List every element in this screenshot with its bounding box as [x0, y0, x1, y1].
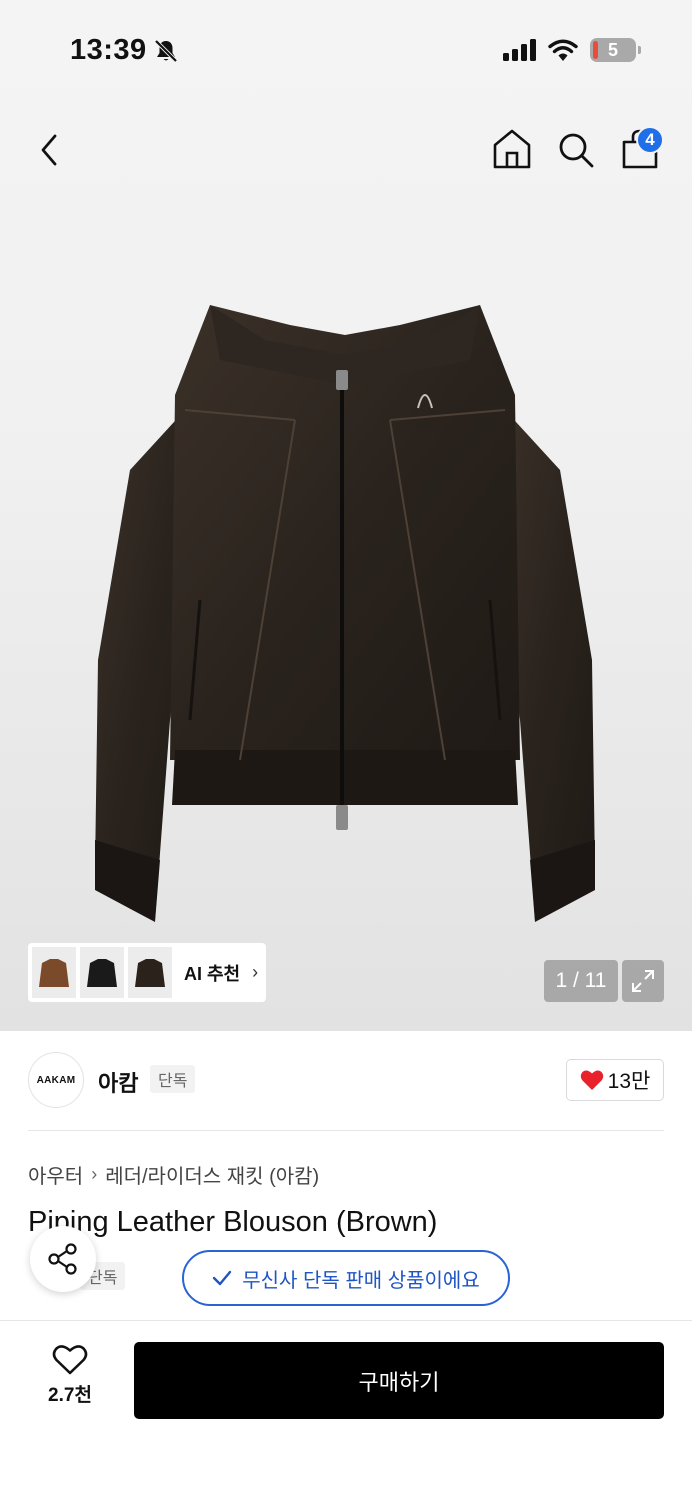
- search-icon[interactable]: [556, 130, 596, 170]
- brand-row: AAKAM 아캄 단독 13만: [28, 1052, 664, 1108]
- status-time-text: 13:39: [70, 34, 147, 66]
- buy-button[interactable]: 구매하기: [134, 1342, 664, 1419]
- brand-name[interactable]: 아캄: [98, 1066, 138, 1098]
- share-icon: [48, 1243, 77, 1275]
- divider: [28, 1130, 664, 1131]
- expand-image-button[interactable]: [622, 960, 664, 1002]
- chevron-right-icon: ›: [91, 1164, 98, 1184]
- product-jacket-image: [95, 305, 595, 922]
- brand-exclusive-tag: 단독: [150, 1065, 196, 1093]
- chevron-right-icon: ›: [252, 962, 259, 982]
- breadcrumb-category[interactable]: 아우터: [28, 1160, 83, 1189]
- product-title: Piping Leather Blouson (Brown): [28, 1206, 438, 1238]
- cellular-signal-icon: [503, 39, 536, 61]
- heart-outline-icon: [52, 1345, 88, 1375]
- check-icon: [213, 1270, 232, 1286]
- image-pager-text: 1 / 11: [555, 969, 607, 992]
- battery-indicator: 5: [590, 38, 641, 62]
- brand-like-count: 13만: [607, 1070, 651, 1093]
- exclusive-sale-notice: 무신사 단독 판매 상품이에요: [182, 1250, 510, 1306]
- buy-button-label: 구매하기: [358, 1369, 440, 1395]
- home-icon[interactable]: [492, 128, 532, 170]
- recommendation-thumbnail: [32, 947, 76, 998]
- share-button[interactable]: [30, 1226, 96, 1292]
- jacket-thumbnail-brown: [39, 958, 69, 987]
- cart-count-badge: 4: [636, 126, 664, 154]
- status-bar: 13:39 5: [0, 0, 692, 100]
- brand-logo[interactable]: AAKAM: [28, 1052, 84, 1108]
- breadcrumb: 아우터 › 레더/라이더스 재킷 (아캄): [28, 1160, 319, 1189]
- product-image-gallery[interactable]: 13:39 5 4 AI 추천 › 1 / 11: [0, 0, 692, 1031]
- cart-count: 4: [645, 130, 655, 149]
- bottom-bar-divider: [0, 1320, 692, 1321]
- wishlist-count: 2.7천: [48, 1385, 92, 1406]
- status-time: 13:39: [70, 34, 179, 67]
- status-icons: 5: [502, 38, 641, 62]
- brand-like-button[interactable]: 13만: [566, 1059, 664, 1101]
- jacket-thumbnail-dark-brown: [135, 958, 165, 987]
- battery-level: 5: [607, 39, 618, 60]
- back-arrow-icon[interactable]: [34, 130, 64, 170]
- top-nav: [0, 120, 692, 180]
- expand-icon: [632, 970, 654, 992]
- jacket-thumbnail-black: [87, 958, 117, 987]
- wishlist-button[interactable]: 2.7천: [28, 1344, 112, 1416]
- wifi-icon: [548, 39, 578, 61]
- exclusive-sale-notice-text: 무신사 단독 판매 상품이에요: [242, 1269, 480, 1292]
- bell-muted-icon: [154, 39, 178, 62]
- recommendation-thumbnail: [80, 947, 124, 998]
- recommendation-thumbnail: [128, 947, 172, 998]
- image-pager: 1 / 11: [544, 960, 618, 1002]
- brand-logo-text: AAKAM: [36, 1074, 76, 1086]
- ai-recommendation-button[interactable]: AI 추천 ›: [28, 943, 266, 1002]
- breadcrumb-subcategory[interactable]: 레더/라이더스 재킷 (아캄): [105, 1160, 319, 1189]
- ai-recommendation-label: AI 추천: [184, 963, 241, 984]
- heart-filled-icon: [580, 1070, 603, 1090]
